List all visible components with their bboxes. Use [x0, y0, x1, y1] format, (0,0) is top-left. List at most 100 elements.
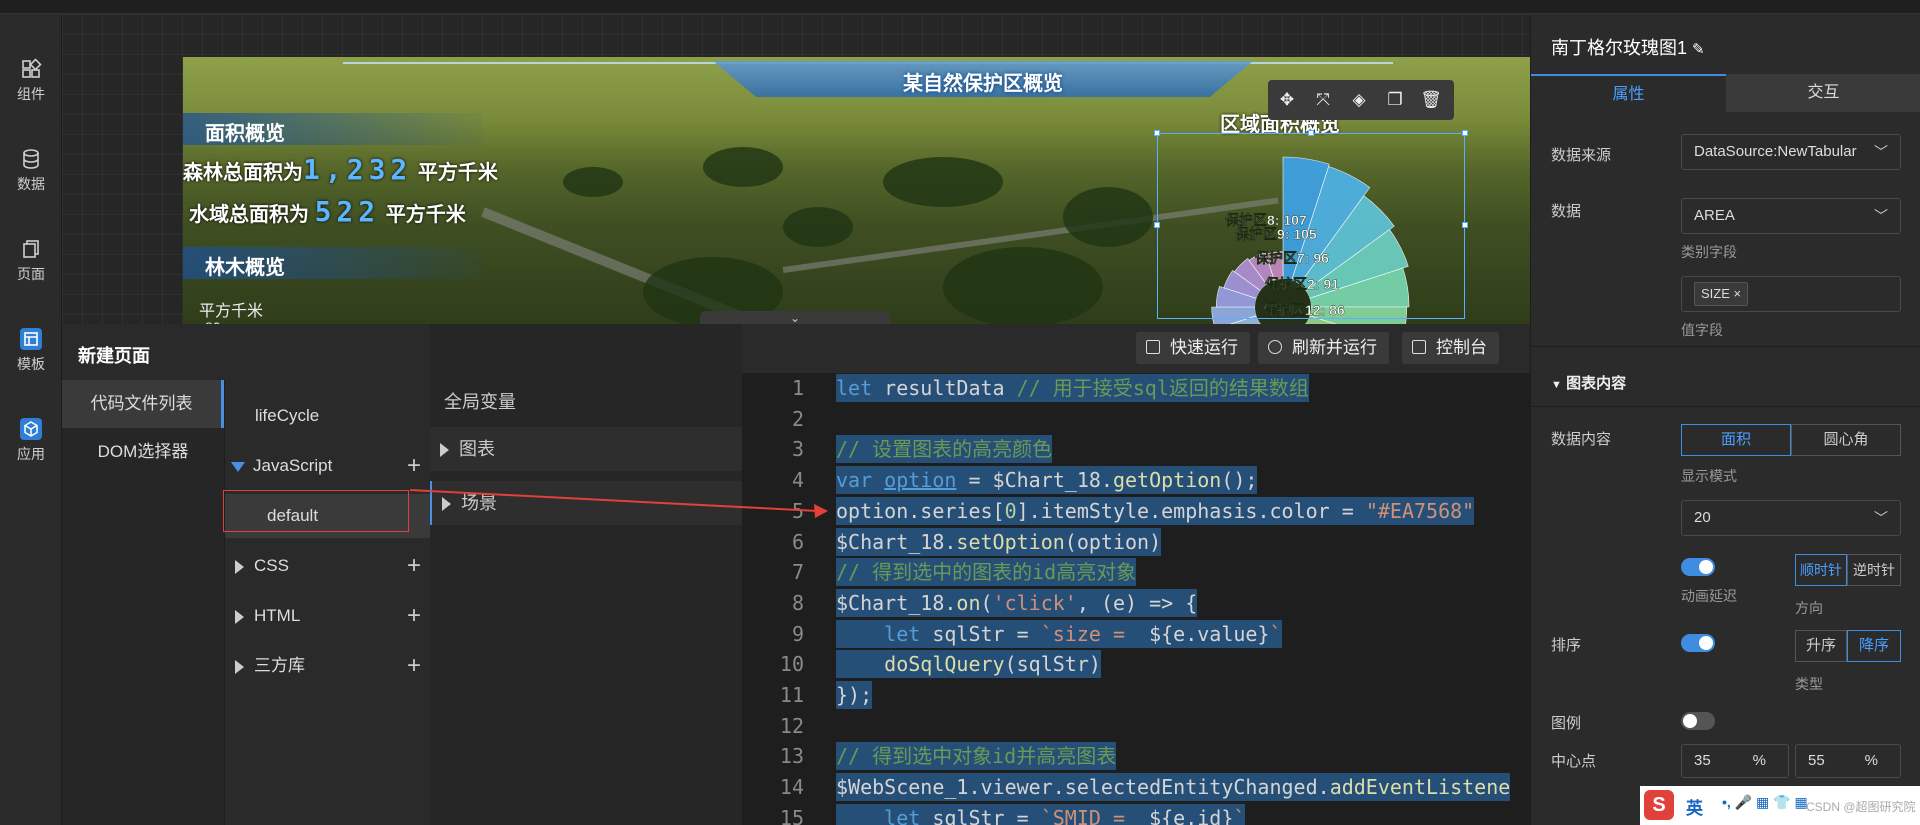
line-number: 15	[779, 805, 804, 825]
code-line[interactable]: option.series[0].itemStyle.emphasis.colo…	[836, 496, 1475, 525]
delete-icon[interactable]: 🗑	[1420, 89, 1442, 111]
code-line[interactable]: doSqlQuery(sqlStr)	[836, 650, 1101, 679]
input-value: 55	[1808, 752, 1825, 769]
add-icon[interactable]: +	[407, 544, 421, 588]
add-icon[interactable]: +	[407, 444, 421, 488]
value-field-select[interactable]: SIZE ×	[1681, 276, 1901, 312]
code-line[interactable]: var option = $Chart_18.getOption();	[836, 466, 1258, 495]
tab-interaction[interactable]: 交互	[1726, 74, 1920, 112]
content-option-angle[interactable]: 圆心角	[1791, 424, 1901, 456]
console-button[interactable]: 控制台	[1402, 332, 1499, 364]
fit-icon[interactable]: ⤧	[1312, 89, 1334, 111]
water-area-value: 522	[314, 195, 381, 228]
component-toolbar: ✥ ⤧ ◈ ❐ 🗑	[1268, 80, 1454, 120]
datasource-select[interactable]: DataSource:NewTabular ﹀	[1681, 134, 1901, 170]
animation-delay-hint: 动画延迟	[1681, 588, 1737, 604]
divider	[1531, 406, 1920, 407]
line-number: 11	[779, 683, 804, 707]
resize-handle[interactable]	[1462, 222, 1468, 228]
legend-toggle[interactable]	[1681, 712, 1715, 730]
sidebar-item-app[interactable]: 应用	[0, 412, 62, 492]
sort-toggle[interactable]	[1681, 634, 1715, 652]
water-area-unit: 平方千米	[385, 204, 466, 226]
direction-clockwise[interactable]: 顺时针	[1795, 554, 1847, 586]
tree-item-label: 三方库	[254, 656, 305, 675]
add-icon[interactable]: +	[407, 644, 421, 688]
code-line[interactable]: // 得到选中的图表的id高亮对象	[836, 558, 1137, 587]
pages-icon	[23, 240, 39, 258]
sidebar-item-template[interactable]: 模板	[0, 322, 62, 402]
global-item-scene[interactable]: 场景	[430, 481, 742, 525]
code-line[interactable]: $Chart_18.on('click', (e) => {	[836, 588, 1198, 617]
resize-handle[interactable]	[1462, 130, 1468, 136]
center-y-input[interactable]: 55%	[1795, 744, 1901, 778]
code-line[interactable]: let sqlStr = `SMID = ${e.id}`	[836, 803, 1246, 825]
sort-ascending[interactable]: 升序	[1795, 630, 1847, 662]
count-select[interactable]: 20 ﹀	[1681, 500, 1901, 536]
collapse-panel-toggle[interactable]: ⌄	[700, 311, 890, 325]
tree-item-javascript[interactable]: JavaScript +	[225, 444, 431, 488]
close-icon[interactable]: ×	[1734, 286, 1742, 301]
sort-descending[interactable]: 降序	[1847, 630, 1901, 662]
code-line[interactable]: $Chart_18.setOption(option)	[836, 527, 1162, 556]
terrain-trees	[703, 147, 783, 187]
forest-area-stat: 森林总面积为1,232 平方千米	[183, 153, 498, 186]
sidebar-item-components[interactable]: 组件	[0, 52, 62, 132]
content-option-area[interactable]: 面积	[1681, 424, 1791, 456]
animation-delay-toggle[interactable]	[1681, 558, 1715, 576]
file-tree: lifeCycle JavaScript + default CSS + HTML +…	[224, 380, 431, 825]
move-icon[interactable]: ✥	[1276, 89, 1298, 111]
tree-item-css[interactable]: CSS +	[225, 544, 431, 588]
tab-properties[interactable]: 属性	[1531, 74, 1726, 112]
code-editor[interactable]: 1 let resultData // 用于接受sql返回的结果数组 2 3 // 设置…	[742, 374, 1530, 825]
edit-icon[interactable]: ✎	[1692, 41, 1705, 58]
terrain-trees	[783, 207, 853, 247]
forest-area-unit: 平方千米	[417, 162, 498, 184]
code-line[interactable]: // 得到选中对象id并高亮图表	[836, 742, 1117, 771]
line-number: 2	[791, 406, 804, 431]
add-icon[interactable]: +	[407, 594, 421, 638]
tab-code-files[interactable]: 代码文件列表	[62, 380, 224, 428]
resize-handle[interactable]	[1308, 130, 1314, 136]
sidebar-item-pages[interactable]: 页面	[0, 232, 62, 312]
global-item-chart[interactable]: 图表	[430, 427, 742, 471]
design-canvas[interactable]: 某自然保护区概览 面积概览 森林总面积为1,232 平方千米 水域总面积为 52…	[62, 14, 1531, 338]
selection-box[interactable]	[1154, 130, 1468, 319]
code-line[interactable]: });	[836, 681, 873, 709]
category-field-select[interactable]: AREA ﹀	[1681, 198, 1901, 234]
button-label: 刷新并运行	[1292, 338, 1377, 357]
resize-handle[interactable]	[1154, 130, 1160, 136]
direction-counterclockwise[interactable]: 逆时针	[1847, 554, 1901, 586]
select-value: AREA	[1694, 207, 1735, 224]
center-x-input[interactable]: 35%	[1681, 744, 1789, 778]
line-number: 13	[779, 744, 804, 769]
properties-panel: 南丁格尔玫瑰图1 ✎ 属性 交互 数据来源 DataSource:NewTabu…	[1530, 14, 1920, 825]
section-chart-content[interactable]: ▼ 图表内容	[1551, 372, 1626, 393]
code-line[interactable]: let resultData // 用于接受sql返回的结果数组	[836, 374, 1309, 402]
direction-hint: 方向	[1795, 600, 1823, 616]
copy-icon[interactable]: ❐	[1384, 89, 1406, 111]
value-tag: SIZE ×	[1694, 282, 1749, 306]
forest-area-label: 森林总面积为	[183, 162, 303, 184]
code-line[interactable]: // 设置图表的高亮颜色	[836, 435, 1053, 464]
code-line[interactable]: $WebScene_1.viewer.selectedEntityChanged…	[836, 773, 1511, 802]
unit-label: %	[1752, 752, 1766, 769]
tree-item-lifecycle[interactable]: lifeCycle	[225, 394, 431, 438]
tab-dom-selector[interactable]: DOM选择器	[62, 428, 224, 476]
tag-label: SIZE	[1701, 286, 1730, 301]
refresh-run-button[interactable]: 刷新并运行	[1258, 332, 1389, 364]
tree-item-html[interactable]: HTML +	[225, 594, 431, 638]
tree-item-thirdparty[interactable]: 三方库 +	[225, 644, 431, 688]
unit-label: %	[1864, 752, 1878, 769]
chevron-right-icon	[235, 559, 244, 574]
global-item-label: 图表	[459, 439, 495, 459]
layers-icon[interactable]: ◈	[1348, 89, 1370, 111]
code-line[interactable]: let sqlStr = `size = ${e.value}`	[836, 619, 1282, 648]
sidebar-item-data[interactable]: 数据	[0, 142, 62, 222]
tree-item-label: JavaScript	[253, 456, 333, 475]
line-number: 6	[791, 529, 804, 554]
trees-chart-unit: 平方千米	[199, 303, 264, 320]
ime-mode[interactable]: 英	[1686, 794, 1703, 819]
resize-handle[interactable]	[1154, 222, 1160, 228]
quick-run-button[interactable]: 快速运行	[1136, 332, 1250, 364]
